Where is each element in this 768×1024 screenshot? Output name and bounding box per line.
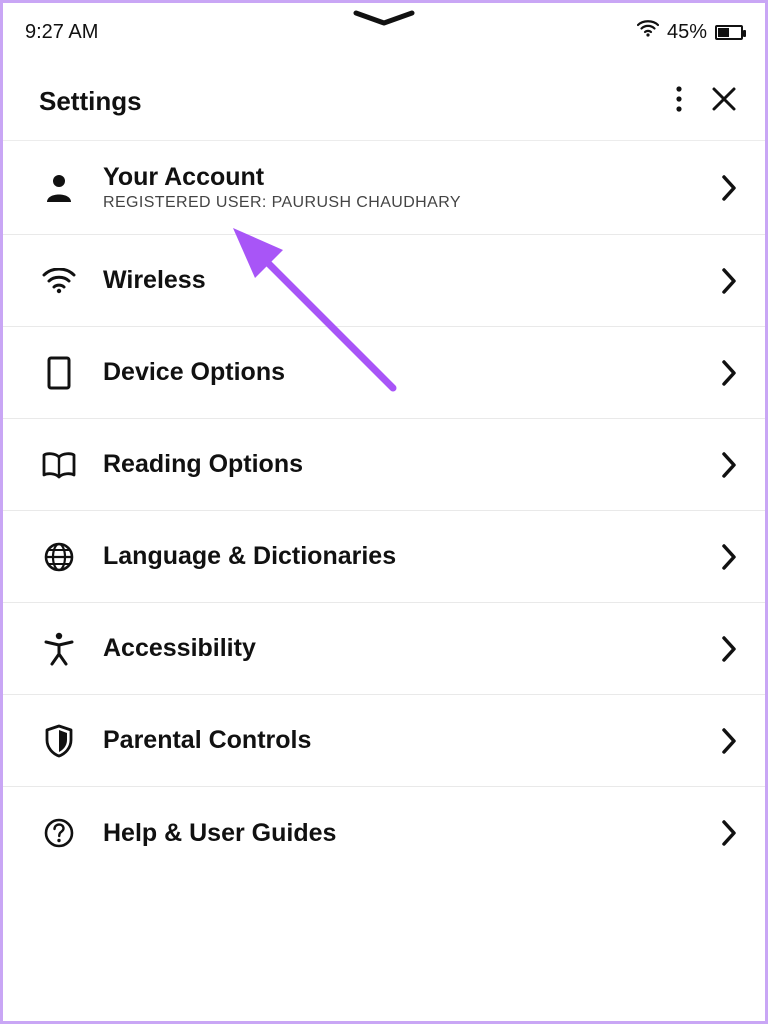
row-accessibility[interactable]: Accessibility <box>3 603 765 695</box>
chevron-right-icon <box>709 819 737 847</box>
more-menu-button[interactable] <box>675 85 683 118</box>
settings-header: Settings <box>3 51 765 136</box>
row-title: Wireless <box>103 266 685 295</box>
pull-down-handle-icon[interactable] <box>352 9 416 32</box>
tablet-icon <box>39 356 79 390</box>
help-icon <box>39 817 79 849</box>
row-title: Language & Dictionaries <box>103 542 685 571</box>
status-right: 45% <box>637 20 743 44</box>
row-parental-controls[interactable]: Parental Controls <box>3 695 765 787</box>
row-title: Parental Controls <box>103 726 685 755</box>
chevron-right-icon <box>709 727 737 755</box>
app-frame: 9:27 AM 45% Settings Y <box>0 0 768 1024</box>
battery-icon <box>715 25 743 40</box>
row-subtitle: REGISTERED USER: PAURUSH CHAUDHARY <box>103 194 685 212</box>
row-help-user-guides[interactable]: Help & User Guides <box>3 787 765 879</box>
close-button[interactable] <box>711 86 737 117</box>
wifi-icon <box>637 20 659 44</box>
row-title: Help & User Guides <box>103 819 685 848</box>
battery-percent: 45% <box>667 21 707 44</box>
book-open-icon <box>39 451 79 479</box>
settings-list: Your Account REGISTERED USER: PAURUSH CH… <box>3 141 765 879</box>
row-title: Reading Options <box>103 450 685 479</box>
chevron-right-icon <box>709 267 737 295</box>
status-time: 9:27 AM <box>25 21 98 44</box>
page-title: Settings <box>39 86 142 117</box>
chevron-right-icon <box>709 543 737 571</box>
wifi-icon <box>39 268 79 294</box>
row-language-dictionaries[interactable]: Language & Dictionaries <box>3 511 765 603</box>
row-title: Accessibility <box>103 634 685 663</box>
row-title: Device Options <box>103 358 685 387</box>
accessibility-icon <box>39 632 79 666</box>
chevron-right-icon <box>709 635 737 663</box>
row-device-options[interactable]: Device Options <box>3 327 765 419</box>
chevron-right-icon <box>709 174 737 202</box>
row-wireless[interactable]: Wireless <box>3 235 765 327</box>
shield-icon <box>39 724 79 758</box>
person-icon <box>39 172 79 204</box>
row-title: Your Account <box>103 163 685 192</box>
chevron-right-icon <box>709 451 737 479</box>
row-your-account[interactable]: Your Account REGISTERED USER: PAURUSH CH… <box>3 141 765 235</box>
chevron-right-icon <box>709 359 737 387</box>
globe-icon <box>39 541 79 573</box>
row-reading-options[interactable]: Reading Options <box>3 419 765 511</box>
